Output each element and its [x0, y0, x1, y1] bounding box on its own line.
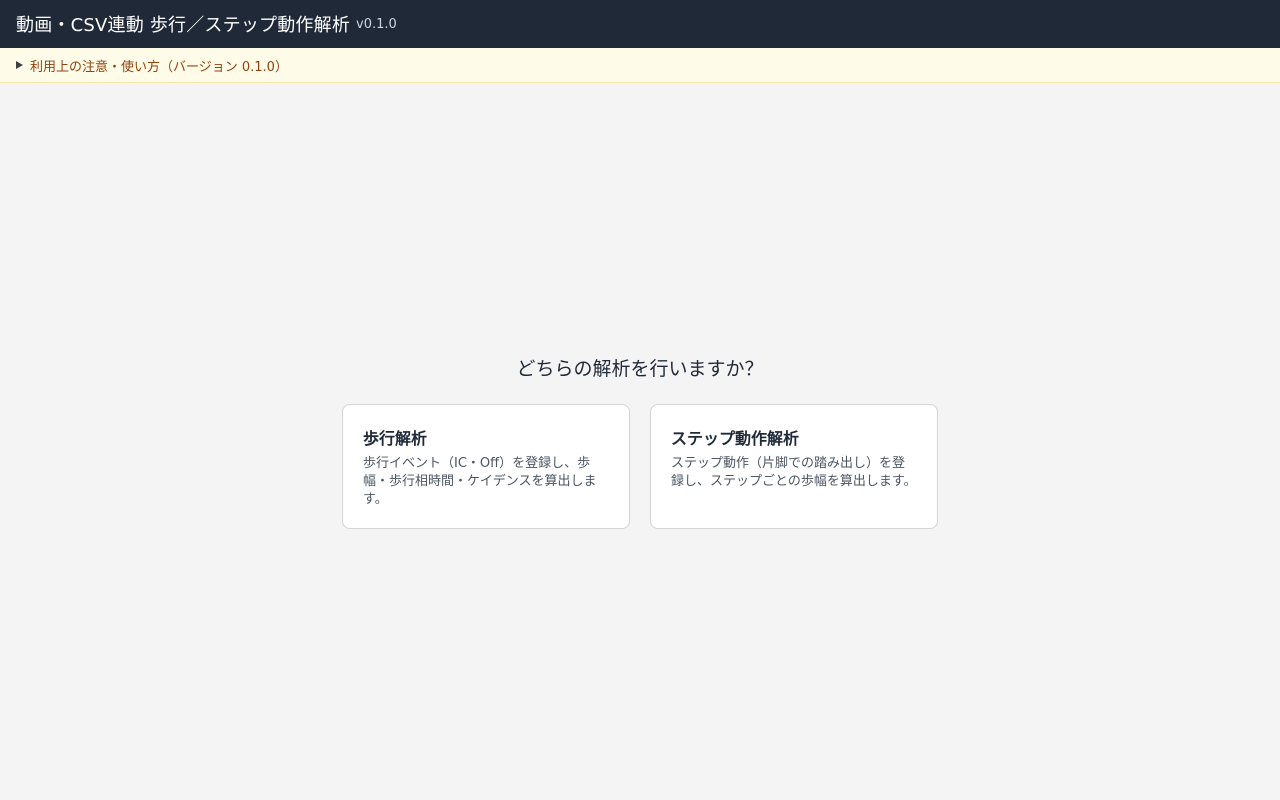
- card-description: ステップ動作（片脚での踏み出し）を登録し、ステップごとの歩幅を算出します。: [671, 456, 917, 489]
- card-title: 歩行解析: [363, 429, 428, 448]
- triangle-right-icon: [16, 61, 23, 69]
- analysis-question: どちらの解析を行いますか？: [516, 358, 764, 380]
- analysis-selection: どちらの解析を行いますか？ 歩行解析 歩行イベント（IC・Off）を登録し、歩幅…: [0, 83, 1280, 800]
- usage-notice-label: 利用上の注意・使い方（バージョン 0.1.0）: [30, 59, 288, 75]
- analysis-cards: 歩行解析 歩行イベント（IC・Off）を登録し、歩幅・歩行相時間・ケイデンスを算…: [342, 404, 938, 529]
- card-title: ステップ動作解析: [671, 429, 800, 448]
- usage-notice-toggle[interactable]: 利用上の注意・使い方（バージョン 0.1.0）: [0, 48, 1280, 83]
- app-title: 動画・CSV連動 歩行／ステップ動作解析: [16, 15, 351, 36]
- step-analysis-card[interactable]: ステップ動作解析 ステップ動作（片脚での踏み出し）を登録し、ステップごとの歩幅を…: [650, 404, 938, 529]
- app-header: 動画・CSV連動 歩行／ステップ動作解析 v0.1.0: [0, 0, 1280, 48]
- app-version: v0.1.0: [356, 16, 397, 32]
- gait-analysis-card[interactable]: 歩行解析 歩行イベント（IC・Off）を登録し、歩幅・歩行相時間・ケイデンスを算…: [342, 404, 630, 529]
- card-description: 歩行イベント（IC・Off）を登録し、歩幅・歩行相時間・ケイデンスを算出します。: [363, 456, 597, 507]
